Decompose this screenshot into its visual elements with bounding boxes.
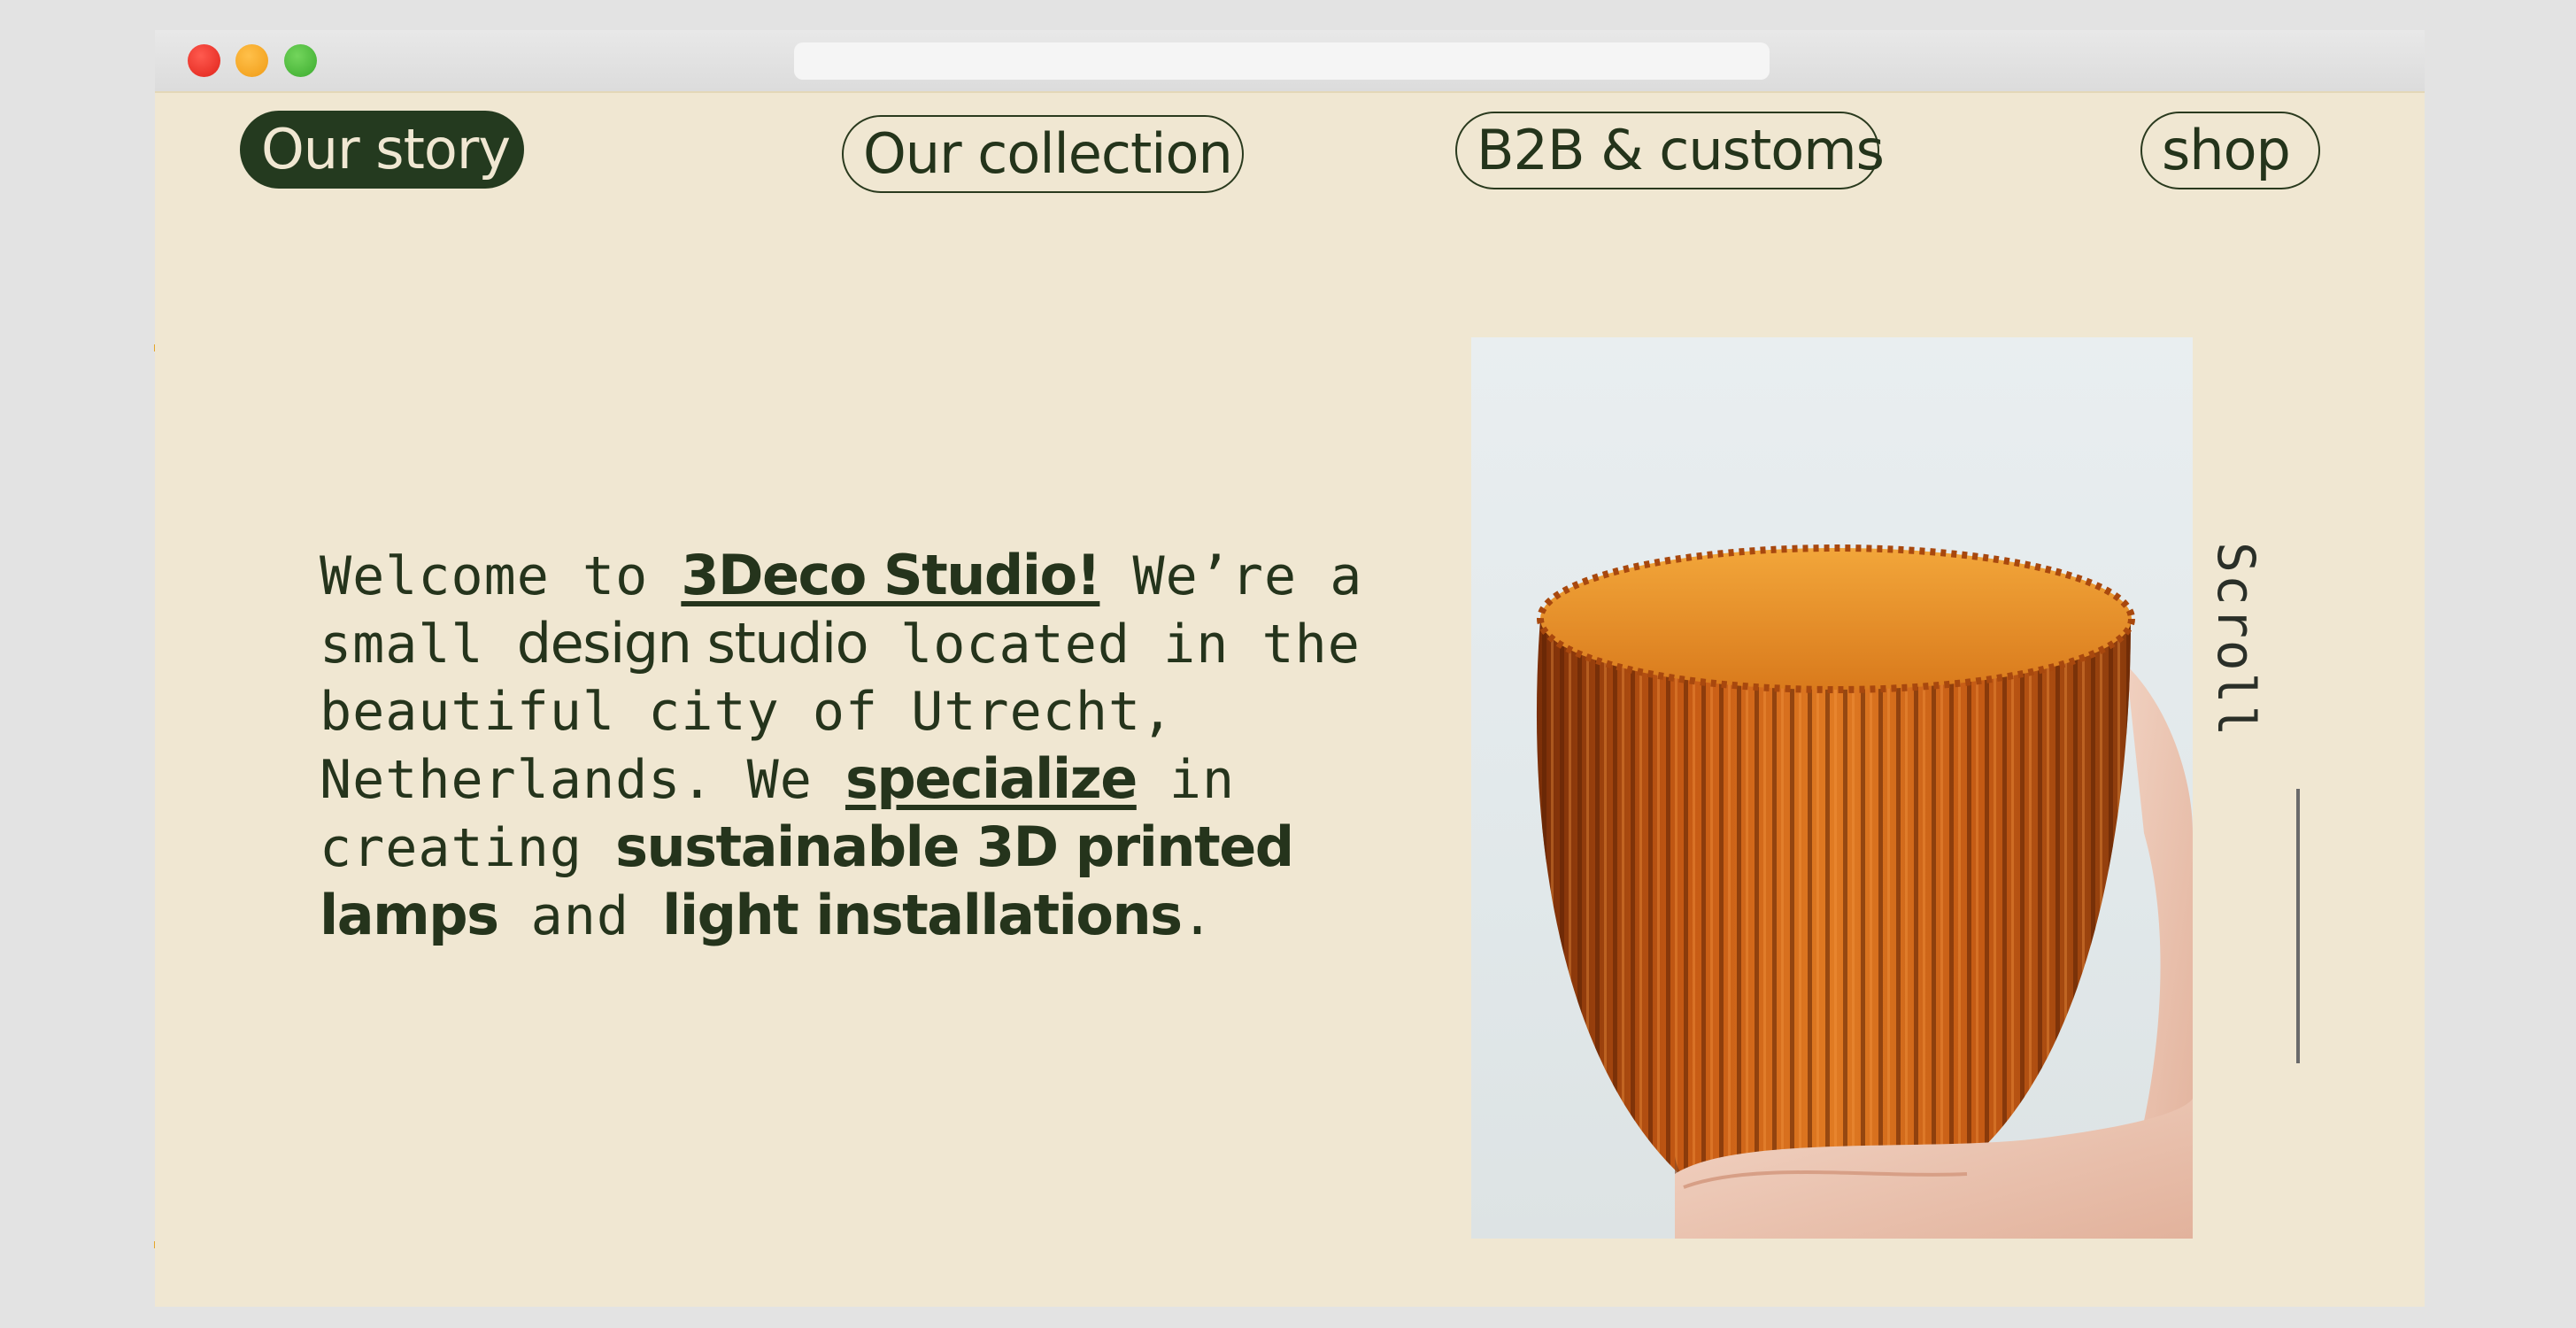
intro-design-studio: design studio	[516, 611, 869, 676]
close-window-button[interactable]	[188, 44, 220, 77]
specialize-link[interactable]: specialize	[845, 746, 1138, 811]
intro-period: .	[1181, 885, 1215, 947]
ribbed-lamp-photo	[1471, 337, 2193, 1239]
intro-welcome: Welcome to	[320, 545, 682, 607]
nav-our-collection[interactable]: Our collection	[842, 115, 1244, 193]
nav-shop[interactable]: shop	[2140, 112, 2320, 189]
browser-window: Our story Our collection B2B & customs s…	[155, 30, 2425, 1307]
maximize-window-button[interactable]	[284, 44, 317, 77]
scroll-indicator-line	[2296, 789, 2300, 1063]
intro-light-installations: light installations	[662, 883, 1183, 947]
intro-and: and	[497, 885, 663, 947]
nav-our-story[interactable]: Our story	[240, 111, 524, 189]
scroll-label[interactable]: Scroll	[2206, 542, 2266, 738]
intro-text: Welcome to 3Deco Studio! We’re a small d…	[320, 542, 1470, 950]
browser-chrome	[155, 30, 2425, 93]
minimize-window-button[interactable]	[235, 44, 268, 77]
nav-b2b-customs[interactable]: B2B & customs	[1455, 112, 1885, 189]
brand-link[interactable]: 3Deco Studio!	[681, 543, 1101, 607]
address-bar[interactable]	[794, 42, 1770, 80]
